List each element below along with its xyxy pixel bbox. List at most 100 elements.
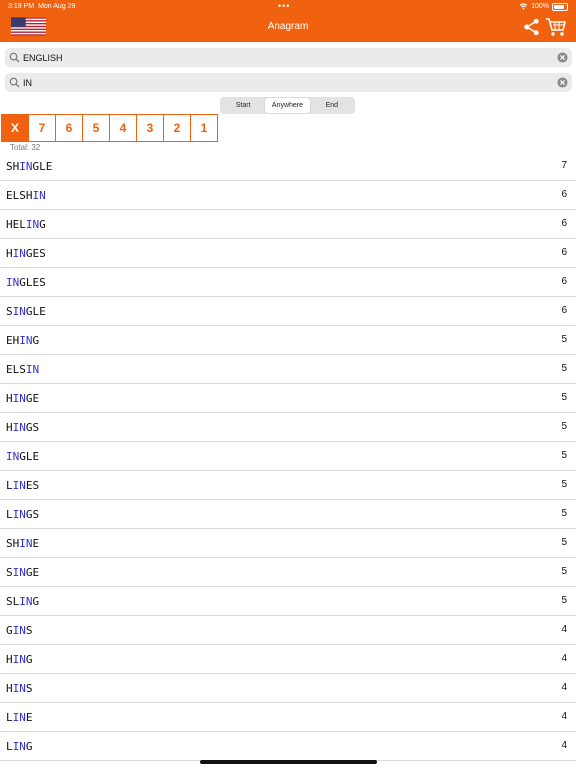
list-item[interactable]: HINS 4 bbox=[0, 674, 576, 703]
list-item[interactable]: LINGS 5 bbox=[0, 500, 576, 529]
word-text: HING bbox=[6, 653, 33, 666]
word-length: 5 bbox=[561, 566, 567, 577]
length-filter-3[interactable]: 3 bbox=[136, 114, 164, 142]
length-filter-6[interactable]: 6 bbox=[55, 114, 83, 142]
length-filter-bar: X 7 6 5 4 3 2 1 bbox=[1, 114, 218, 142]
word-length: 6 bbox=[561, 189, 567, 200]
word-text: ELSIN bbox=[6, 363, 40, 376]
word-length: 6 bbox=[561, 218, 567, 229]
status-bar: 3:19 PM Mon Aug 29 ••• 100% bbox=[0, 0, 576, 13]
list-item[interactable]: GINS 4 bbox=[0, 616, 576, 645]
word-text: HINS bbox=[6, 682, 33, 695]
word-text: LINGS bbox=[6, 508, 40, 521]
status-time: 3:19 PM bbox=[8, 3, 35, 10]
pattern-input[interactable] bbox=[23, 73, 553, 92]
word-length: 7 bbox=[561, 160, 567, 171]
list-item[interactable]: HINGE 5 bbox=[0, 384, 576, 413]
list-item[interactable]: SHINE 5 bbox=[0, 529, 576, 558]
search-icon bbox=[9, 77, 20, 88]
word-length: 4 bbox=[561, 653, 567, 664]
segment-anywhere[interactable]: Anywhere bbox=[265, 98, 310, 113]
word-text: HINGES bbox=[6, 247, 46, 260]
share-icon[interactable] bbox=[522, 17, 541, 37]
word-text: HELING bbox=[6, 218, 46, 231]
word-list: SHINGLE 7 ELSHIN 6 HELING 6 HINGES 6 INGLES 6… bbox=[0, 152, 576, 761]
wifi-icon bbox=[519, 3, 528, 10]
list-item[interactable]: HING 4 bbox=[0, 645, 576, 674]
battery-icon bbox=[552, 2, 568, 11]
word-length: 6 bbox=[561, 305, 567, 316]
list-item[interactable]: LINE 4 bbox=[0, 703, 576, 732]
list-item[interactable]: INGLES 6 bbox=[0, 268, 576, 297]
list-item[interactable]: SINGE 5 bbox=[0, 558, 576, 587]
word-text: SLING bbox=[6, 595, 40, 608]
length-filter-x[interactable]: X bbox=[1, 114, 29, 142]
list-item[interactable]: SLING 5 bbox=[0, 587, 576, 616]
word-length: 4 bbox=[561, 624, 567, 635]
word-length: 6 bbox=[561, 247, 567, 258]
word-length: 5 bbox=[561, 392, 567, 403]
word-length: 5 bbox=[561, 363, 567, 374]
word-text: EHING bbox=[6, 334, 40, 347]
length-filter-5[interactable]: 5 bbox=[82, 114, 110, 142]
list-item[interactable]: SHINGLE 7 bbox=[0, 152, 576, 181]
word-length: 6 bbox=[561, 276, 567, 287]
list-item[interactable]: LINES 5 bbox=[0, 471, 576, 500]
word-length: 4 bbox=[561, 740, 567, 751]
word-length: 5 bbox=[561, 334, 567, 345]
clear-icon[interactable] bbox=[557, 52, 568, 63]
top-bar: 3:19 PM Mon Aug 29 ••• 100% Anagram bbox=[0, 0, 576, 42]
word-text: LINE bbox=[6, 711, 33, 724]
multitask-dots-icon[interactable]: ••• bbox=[278, 0, 290, 13]
word-length: 5 bbox=[561, 479, 567, 490]
word-text: INGLE bbox=[6, 450, 40, 463]
word-text: SINGE bbox=[6, 566, 40, 579]
position-segmented-control[interactable]: Start Anywhere End bbox=[220, 97, 355, 114]
list-item[interactable]: ELSIN 5 bbox=[0, 355, 576, 384]
pattern-search-field[interactable] bbox=[5, 73, 572, 92]
segment-start[interactable]: Start bbox=[221, 98, 265, 113]
word-text: LING bbox=[6, 740, 33, 753]
list-item[interactable]: HINGES 6 bbox=[0, 239, 576, 268]
list-item[interactable]: SINGLE 6 bbox=[0, 297, 576, 326]
word-text: INGLES bbox=[6, 276, 46, 289]
word-length: 5 bbox=[561, 421, 567, 432]
word-length: 5 bbox=[561, 595, 567, 606]
list-item[interactable]: HELING 6 bbox=[0, 210, 576, 239]
word-text: ELSHIN bbox=[6, 189, 46, 202]
status-time-date: 3:19 PM Mon Aug 29 bbox=[8, 0, 75, 13]
clear-icon[interactable] bbox=[557, 77, 568, 88]
length-filter-1[interactable]: 1 bbox=[190, 114, 218, 142]
list-item[interactable]: ELSHIN 6 bbox=[0, 181, 576, 210]
status-right: 100% bbox=[519, 0, 568, 13]
word-length: 4 bbox=[561, 682, 567, 693]
cart-icon[interactable] bbox=[545, 16, 567, 38]
battery-percent: 100% bbox=[531, 3, 549, 10]
length-filter-7[interactable]: 7 bbox=[28, 114, 56, 142]
segment-end[interactable]: End bbox=[310, 98, 354, 113]
length-filter-4[interactable]: 4 bbox=[109, 114, 137, 142]
word-length: 5 bbox=[561, 450, 567, 461]
home-indicator[interactable] bbox=[200, 760, 377, 764]
app-title: Anagram bbox=[267, 21, 309, 32]
word-length: 4 bbox=[561, 711, 567, 722]
letters-search-field[interactable] bbox=[5, 48, 572, 67]
list-item[interactable]: HINGS 5 bbox=[0, 413, 576, 442]
word-length: 5 bbox=[561, 508, 567, 519]
length-filter-2[interactable]: 2 bbox=[163, 114, 191, 142]
word-text: SHINGLE bbox=[6, 160, 53, 173]
list-item[interactable]: LING 4 bbox=[0, 732, 576, 761]
word-text: GINS bbox=[6, 624, 33, 637]
word-text: SINGLE bbox=[6, 305, 46, 318]
list-item[interactable]: EHING 5 bbox=[0, 326, 576, 355]
search-icon bbox=[9, 52, 20, 63]
word-length: 5 bbox=[561, 537, 567, 548]
list-item[interactable]: INGLE 5 bbox=[0, 442, 576, 471]
status-date: Mon Aug 29 bbox=[38, 3, 76, 10]
word-text: SHINE bbox=[6, 537, 40, 550]
word-text: HINGE bbox=[6, 392, 40, 405]
total-count: Total: 32 bbox=[10, 143, 41, 152]
word-text: HINGS bbox=[6, 421, 40, 434]
letters-input[interactable] bbox=[23, 48, 553, 67]
word-text: LINES bbox=[6, 479, 40, 492]
